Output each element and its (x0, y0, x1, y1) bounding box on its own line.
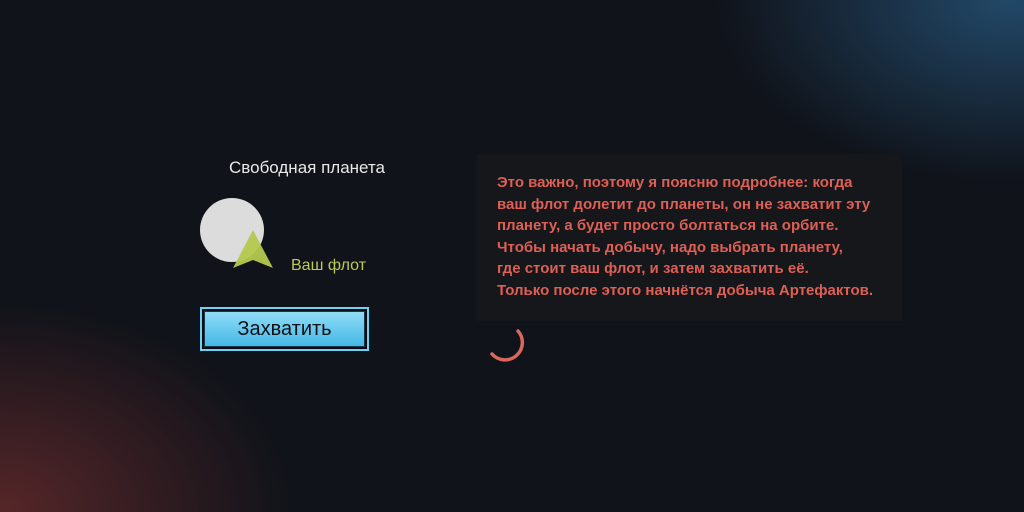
hint-text: Это важно, поэтому я поясню подробнее: к… (497, 174, 874, 299)
capture-button[interactable]: Захватить (200, 307, 369, 351)
planet-title: Свободная планета (229, 158, 385, 177)
loading-arc-icon (490, 329, 525, 362)
fleet-label: Ваш флот (291, 257, 367, 274)
hint-panel: Это важно, поэтому я поясню подробнее: к… (477, 154, 902, 321)
capture-button-label: Захватить (204, 311, 365, 347)
fleet-arrow-icon[interactable] (231, 228, 275, 272)
